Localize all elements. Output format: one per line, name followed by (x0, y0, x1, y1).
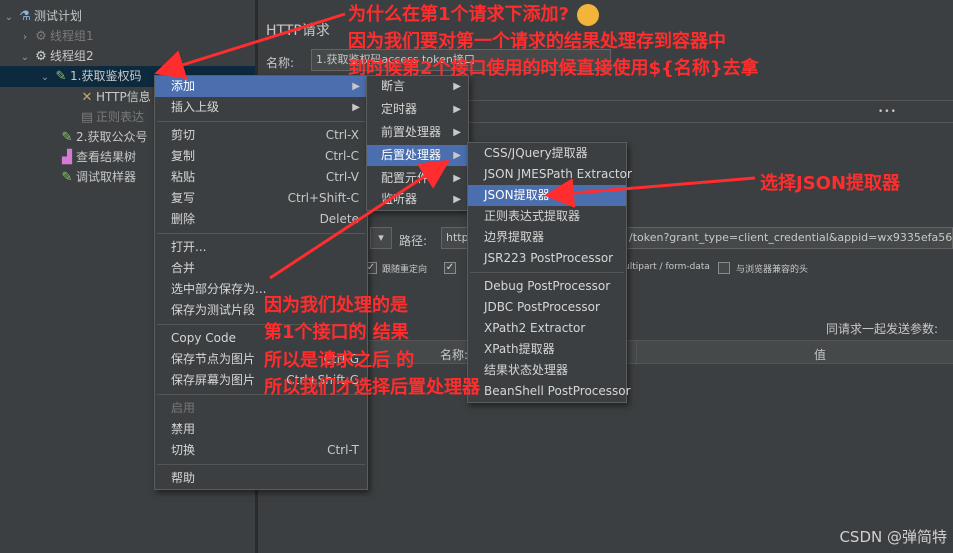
arrow-to-postprocessor (269, 159, 451, 280)
annotation-arrows (154, 12, 756, 280)
annotation-postprocessor-4: 所以我们才选择后置处理器 (264, 377, 480, 398)
annotation-reason-2: 到时候第2个接口使用的时候直接使用${名称}去拿 (348, 58, 759, 79)
arrow-to-json-extractor (544, 176, 756, 208)
annotation-postprocessor-3: 所以是请求之后 的 (264, 350, 415, 371)
annotation-postprocessor-2: 第1个接口的 结果 (264, 322, 409, 343)
annotation-select-json: 选择JSON提取器 (760, 173, 901, 194)
annotation-postprocessor-1: 因为我们处理的是 (264, 295, 408, 316)
emoji-thinking-icon (576, 4, 599, 26)
arrow-to-request (154, 12, 346, 80)
watermark: CSDN @弹简特 (839, 528, 947, 546)
annotation-reason-1: 因为我们要对第一个请求的结果处理存到容器中 (348, 31, 726, 52)
annotation-question: 为什么在第1个请求下添加? (348, 0, 599, 26)
